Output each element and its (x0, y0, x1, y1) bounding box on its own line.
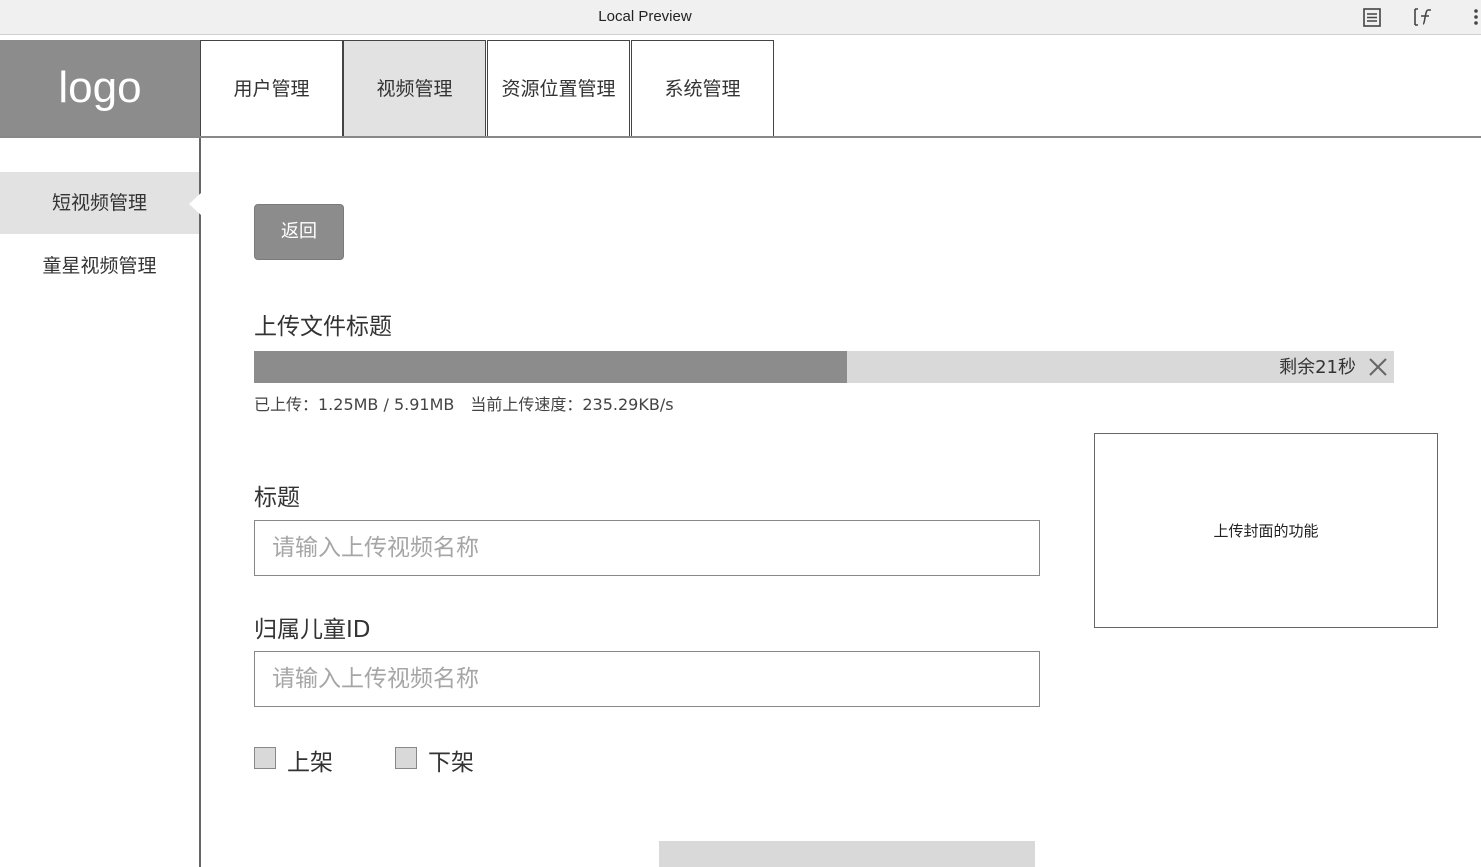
off-shelf-checkbox[interactable] (395, 747, 417, 769)
sidebar-item-short-video[interactable]: 短视频管理 (0, 172, 199, 234)
upload-stats: 已上传：1.25MB / 5.91MB 当前上传速度：235.29KB/s (254, 395, 674, 414)
list-icon[interactable] (1361, 6, 1383, 28)
top-nav: logo 用户管理 视频管理 资源位置管理 系统管理 (0, 40, 1481, 138)
off-shelf-label: 下架 (428, 750, 474, 776)
more-icon[interactable] (1466, 6, 1480, 28)
child-id-field-label: 归属儿童ID (254, 617, 371, 643)
upload-file-title: 上传文件标题 (254, 314, 392, 340)
window-titlebar: Local Preview (0, 0, 1481, 35)
sidebar-item-star-video[interactable]: 童星视频管理 (0, 235, 199, 297)
child-id-field (254, 651, 1040, 707)
logo: logo (0, 40, 200, 136)
tab-user-management[interactable]: 用户管理 (200, 40, 343, 136)
child-id-input[interactable] (255, 652, 1039, 706)
tab-resource-position-management[interactable]: 资源位置管理 (487, 40, 630, 136)
on-shelf-label: 上架 (287, 750, 333, 776)
upload-progress-fill (254, 351, 847, 383)
upload-progress-bar: 剩余21秒 (254, 351, 1394, 383)
tab-video-management[interactable]: 视频管理 (343, 40, 486, 136)
back-button[interactable]: 返回 (254, 204, 344, 260)
on-shelf-checkbox[interactable] (254, 747, 276, 769)
window-title: Local Preview (598, 8, 692, 25)
close-icon[interactable] (1366, 355, 1390, 379)
remaining-time: 剩余21秒 (1279, 357, 1356, 378)
cover-upload-label: 上传封面的功能 (1213, 522, 1319, 540)
cover-upload-area[interactable]: 上传封面的功能 (1094, 433, 1438, 628)
title-field-label: 标题 (254, 485, 300, 511)
submit-button[interactable] (659, 841, 1035, 867)
function-icon[interactable] (1412, 6, 1434, 28)
sidebar-divider (199, 138, 201, 867)
active-indicator-arrow (189, 193, 201, 215)
title-input[interactable] (255, 521, 1039, 575)
tab-system-management[interactable]: 系统管理 (631, 40, 774, 136)
title-field (254, 520, 1040, 576)
